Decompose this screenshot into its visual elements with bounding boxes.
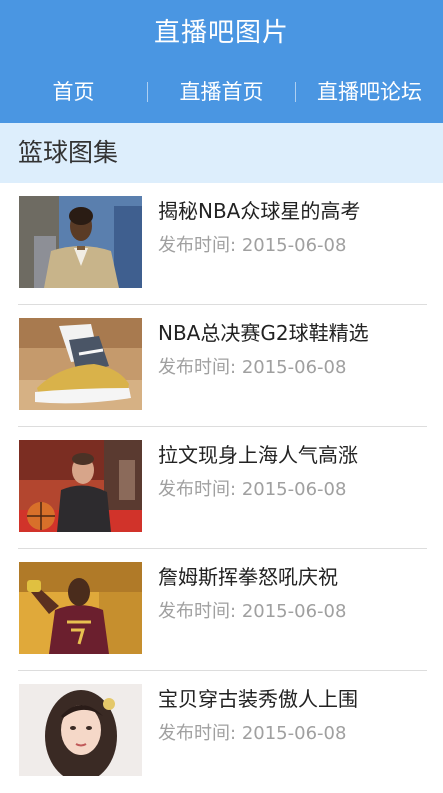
date-value: 2015-06-08 <box>241 235 347 256</box>
article-item[interactable]: 拉文现身上海人气高涨 发布时间: 2015-06-08 <box>0 427 443 549</box>
player-in-suit-photo[interactable] <box>19 196 142 288</box>
article-title[interactable]: 揭秘NBA众球星的高考 <box>158 196 360 226</box>
article-title[interactable]: 宝贝穿古装秀傲人上围 <box>158 684 358 714</box>
woman-portrait-photo[interactable] <box>19 684 142 776</box>
article-date: 发布时间: 2015-06-08 <box>158 720 346 748</box>
article-item[interactable]: 宝贝穿古装秀傲人上围 发布时间: 2015-06-08 <box>0 671 443 793</box>
article-date: 发布时间: 2015-06-08 <box>158 476 346 504</box>
date-label: 发布时间: <box>158 723 237 744</box>
article-title[interactable]: 詹姆斯挥拳怒吼庆祝 <box>158 562 338 592</box>
nav-item-forum[interactable]: 直播吧论坛 <box>296 70 443 114</box>
section-title: 篮球图集 <box>18 138 119 167</box>
article-item[interactable]: NBA总决赛G2球鞋精选 发布时间: 2015-06-08 <box>0 305 443 427</box>
article-title[interactable]: NBA总决赛G2球鞋精选 <box>158 318 369 348</box>
player-with-basketball-photo[interactable] <box>19 440 142 532</box>
article-date: 发布时间: 2015-06-08 <box>158 598 346 626</box>
date-label: 发布时间: <box>158 357 237 378</box>
date-value: 2015-06-08 <box>241 479 347 500</box>
article-date: 发布时间: 2015-06-08 <box>158 232 346 260</box>
article-date: 发布时间: 2015-06-08 <box>158 354 346 382</box>
date-value: 2015-06-08 <box>241 357 347 378</box>
article-title[interactable]: 拉文现身上海人气高涨 <box>158 440 358 470</box>
article-item[interactable]: 揭秘NBA众球星的高考 发布时间: 2015-06-08 <box>0 183 443 305</box>
date-value: 2015-06-08 <box>241 723 347 744</box>
date-label: 发布时间: <box>158 479 237 500</box>
player-celebrating-photo[interactable] <box>19 562 142 654</box>
nav-item-live-home[interactable]: 直播首页 <box>148 70 295 114</box>
sneaker-photo[interactable] <box>19 318 142 410</box>
top-nav: 首页 直播首页 直播吧论坛 <box>0 70 443 114</box>
section-header: 篮球图集 <box>0 123 443 183</box>
nav-item-home[interactable]: 首页 <box>0 70 147 114</box>
date-value: 2015-06-08 <box>241 601 347 622</box>
article-item[interactable]: 詹姆斯挥拳怒吼庆祝 发布时间: 2015-06-08 <box>0 549 443 671</box>
app-title: 直播吧图片 <box>153 18 289 48</box>
app-header: 直播吧图片 首页 直播首页 直播吧论坛 <box>0 0 443 123</box>
date-label: 发布时间: <box>158 601 237 622</box>
date-label: 发布时间: <box>158 235 237 256</box>
